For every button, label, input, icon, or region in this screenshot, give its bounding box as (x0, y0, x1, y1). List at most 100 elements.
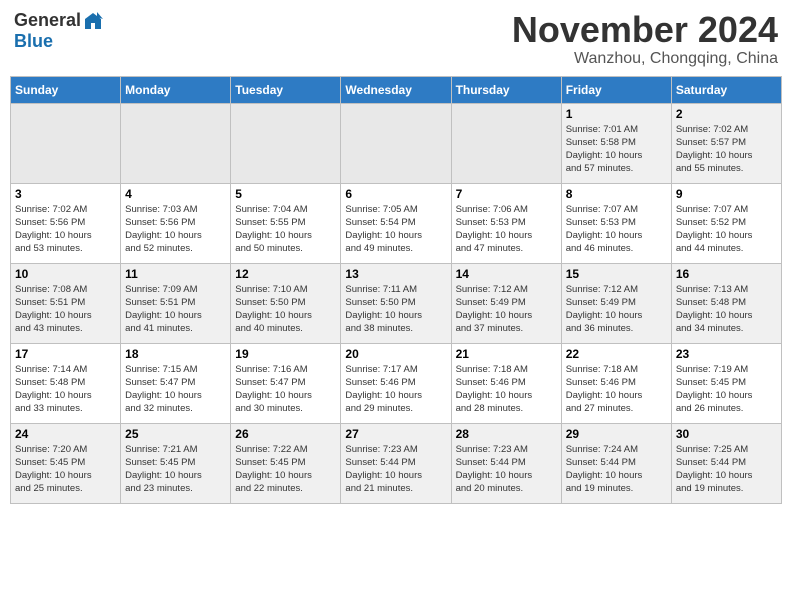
col-header-monday: Monday (121, 76, 231, 103)
day-info: Sunrise: 7:10 AMSunset: 5:50 PMDaylight:… (235, 283, 336, 336)
calendar-week-row: 1 Sunrise: 7:01 AMSunset: 5:58 PMDaylight… (11, 103, 782, 183)
day-number: 12 (235, 267, 336, 281)
calendar-cell: 25 Sunrise: 7:21 AMSunset: 5:45 PMDayligh… (121, 423, 231, 503)
day-number: 13 (345, 267, 446, 281)
col-header-friday: Friday (561, 76, 671, 103)
day-number: 3 (15, 187, 116, 201)
day-number: 27 (345, 427, 446, 441)
calendar-cell: 24 Sunrise: 7:20 AMSunset: 5:45 PMDayligh… (11, 423, 121, 503)
calendar-cell: 2 Sunrise: 7:02 AMSunset: 5:57 PMDaylight… (671, 103, 781, 183)
calendar-cell: 26 Sunrise: 7:22 AMSunset: 5:45 PMDayligh… (231, 423, 341, 503)
day-number: 28 (456, 427, 557, 441)
day-info: Sunrise: 7:02 AMSunset: 5:56 PMDaylight:… (15, 203, 116, 256)
day-info: Sunrise: 7:08 AMSunset: 5:51 PMDaylight:… (15, 283, 116, 336)
calendar-cell: 20 Sunrise: 7:17 AMSunset: 5:46 PMDayligh… (341, 343, 451, 423)
day-number: 6 (345, 187, 446, 201)
calendar-cell: 13Sunrise: 7:11 AMSunset: 5:50 PMDayligh… (341, 263, 451, 343)
day-info: Sunrise: 7:12 AMSunset: 5:49 PMDaylight:… (456, 283, 557, 336)
calendar-cell: 21 Sunrise: 7:18 AMSunset: 5:46 PMDayligh… (451, 343, 561, 423)
day-number: 26 (235, 427, 336, 441)
calendar-cell: 16Sunrise: 7:13 AMSunset: 5:48 PMDayligh… (671, 263, 781, 343)
day-number: 7 (456, 187, 557, 201)
day-info: Sunrise: 7:16 AMSunset: 5:47 PMDaylight:… (235, 363, 336, 416)
calendar-cell: 28 Sunrise: 7:23 AMSunset: 5:44 PMDayligh… (451, 423, 561, 503)
day-number: 21 (456, 347, 557, 361)
day-info: Sunrise: 7:12 AMSunset: 5:49 PMDaylight:… (566, 283, 667, 336)
calendar-cell: 29 Sunrise: 7:24 AMSunset: 5:44 PMDayligh… (561, 423, 671, 503)
day-number: 10 (15, 267, 116, 281)
day-info: Sunrise: 7:21 AMSunset: 5:45 PMDaylight:… (125, 443, 226, 496)
day-info: Sunrise: 7:04 AMSunset: 5:55 PMDaylight:… (235, 203, 336, 256)
day-number: 19 (235, 347, 336, 361)
col-header-saturday: Saturday (671, 76, 781, 103)
calendar-cell: 1 Sunrise: 7:01 AMSunset: 5:58 PMDaylight… (561, 103, 671, 183)
calendar-cell: 11 Sunrise: 7:09 AMSunset: 5:51 PMDayligh… (121, 263, 231, 343)
day-number: 22 (566, 347, 667, 361)
day-info: Sunrise: 7:03 AMSunset: 5:56 PMDaylight:… (125, 203, 226, 256)
day-info: Sunrise: 7:14 AMSunset: 5:48 PMDaylight:… (15, 363, 116, 416)
logo-general-text: General (14, 10, 81, 31)
calendar-cell (341, 103, 451, 183)
day-number: 14 (456, 267, 557, 281)
day-info: Sunrise: 7:07 AMSunset: 5:52 PMDaylight:… (676, 203, 777, 256)
col-header-thursday: Thursday (451, 76, 561, 103)
calendar-cell: 9 Sunrise: 7:07 AMSunset: 5:52 PMDaylight… (671, 183, 781, 263)
day-info: Sunrise: 7:23 AMSunset: 5:44 PMDaylight:… (345, 443, 446, 496)
page-header: General Blue November 2024 Wanzhou, Chon… (10, 10, 782, 68)
calendar-week-row: 10 Sunrise: 7:08 AMSunset: 5:51 PMDayligh… (11, 263, 782, 343)
calendar-cell: 22 Sunrise: 7:18 AMSunset: 5:46 PMDayligh… (561, 343, 671, 423)
calendar-cell: 5 Sunrise: 7:04 AMSunset: 5:55 PMDaylight… (231, 183, 341, 263)
day-number: 8 (566, 187, 667, 201)
day-info: Sunrise: 7:18 AMSunset: 5:46 PMDaylight:… (566, 363, 667, 416)
day-info: Sunrise: 7:09 AMSunset: 5:51 PMDaylight:… (125, 283, 226, 336)
location-subtitle: Wanzhou, Chongqing, China (512, 50, 778, 68)
day-number: 20 (345, 347, 446, 361)
day-info: Sunrise: 7:25 AMSunset: 5:44 PMDaylight:… (676, 443, 777, 496)
day-number: 25 (125, 427, 226, 441)
day-number: 17 (15, 347, 116, 361)
day-info: Sunrise: 7:15 AMSunset: 5:47 PMDaylight:… (125, 363, 226, 416)
day-info: Sunrise: 7:05 AMSunset: 5:54 PMDaylight:… (345, 203, 446, 256)
day-number: 24 (15, 427, 116, 441)
col-header-wednesday: Wednesday (341, 76, 451, 103)
day-info: Sunrise: 7:17 AMSunset: 5:46 PMDaylight:… (345, 363, 446, 416)
calendar-cell: 10 Sunrise: 7:08 AMSunset: 5:51 PMDayligh… (11, 263, 121, 343)
day-number: 4 (125, 187, 226, 201)
calendar-cell: 4 Sunrise: 7:03 AMSunset: 5:56 PMDaylight… (121, 183, 231, 263)
calendar-week-row: 17 Sunrise: 7:14 AMSunset: 5:48 PMDayligh… (11, 343, 782, 423)
calendar-cell: 23 Sunrise: 7:19 AMSunset: 5:45 PMDayligh… (671, 343, 781, 423)
day-number: 5 (235, 187, 336, 201)
calendar-cell: 27 Sunrise: 7:23 AMSunset: 5:44 PMDayligh… (341, 423, 451, 503)
day-number: 15 (566, 267, 667, 281)
day-number: 11 (125, 267, 226, 281)
calendar-cell: 18 Sunrise: 7:15 AMSunset: 5:47 PMDayligh… (121, 343, 231, 423)
day-info: Sunrise: 7:19 AMSunset: 5:45 PMDaylight:… (676, 363, 777, 416)
day-info: Sunrise: 7:18 AMSunset: 5:46 PMDaylight:… (456, 363, 557, 416)
calendar-cell: 19 Sunrise: 7:16 AMSunset: 5:47 PMDayligh… (231, 343, 341, 423)
title-section: November 2024 Wanzhou, Chongqing, China (512, 10, 778, 68)
day-info: Sunrise: 7:22 AMSunset: 5:45 PMDaylight:… (235, 443, 336, 496)
day-info: Sunrise: 7:01 AMSunset: 5:58 PMDaylight:… (566, 123, 667, 176)
day-number: 23 (676, 347, 777, 361)
day-number: 16 (676, 267, 777, 281)
day-number: 9 (676, 187, 777, 201)
col-header-sunday: Sunday (11, 76, 121, 103)
col-header-tuesday: Tuesday (231, 76, 341, 103)
day-info: Sunrise: 7:20 AMSunset: 5:45 PMDaylight:… (15, 443, 116, 496)
calendar-cell: 14 Sunrise: 7:12 AMSunset: 5:49 PMDayligh… (451, 263, 561, 343)
calendar-cell: 6 Sunrise: 7:05 AMSunset: 5:54 PMDaylight… (341, 183, 451, 263)
day-info: Sunrise: 7:24 AMSunset: 5:44 PMDaylight:… (566, 443, 667, 496)
day-number: 2 (676, 107, 777, 121)
calendar-cell (121, 103, 231, 183)
calendar-cell: 7Sunrise: 7:06 AMSunset: 5:53 PMDaylight… (451, 183, 561, 263)
calendar-cell: 3 Sunrise: 7:02 AMSunset: 5:56 PMDaylight… (11, 183, 121, 263)
day-info: Sunrise: 7:23 AMSunset: 5:44 PMDaylight:… (456, 443, 557, 496)
calendar-week-row: 24 Sunrise: 7:20 AMSunset: 5:45 PMDayligh… (11, 423, 782, 503)
day-number: 29 (566, 427, 667, 441)
calendar-header-row: SundayMondayTuesdayWednesdayThursdayFrid… (11, 76, 782, 103)
day-number: 18 (125, 347, 226, 361)
day-info: Sunrise: 7:02 AMSunset: 5:57 PMDaylight:… (676, 123, 777, 176)
calendar-cell: 8Sunrise: 7:07 AMSunset: 5:53 PMDaylight… (561, 183, 671, 263)
day-number: 1 (566, 107, 667, 121)
calendar-week-row: 3 Sunrise: 7:02 AMSunset: 5:56 PMDaylight… (11, 183, 782, 263)
